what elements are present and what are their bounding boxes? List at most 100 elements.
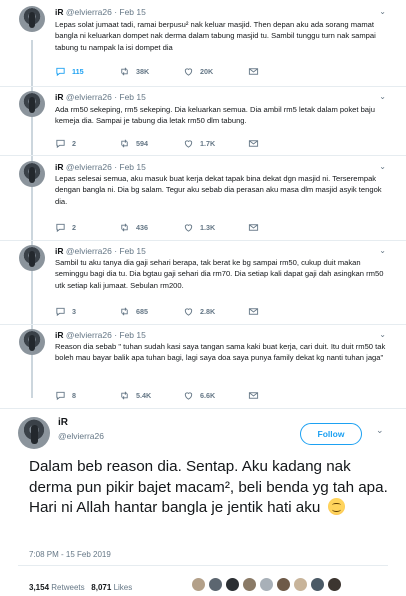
- tweet-date[interactable]: Feb 15: [119, 246, 145, 256]
- reply-icon: [56, 391, 65, 401]
- tweet-text: Sambil tu aku tanya dia gaji sehari bera…: [55, 258, 384, 290]
- envelope-icon: [248, 224, 259, 231]
- liker-avatar[interactable]: [208, 577, 223, 592]
- display-name[interactable]: iR: [55, 92, 64, 102]
- reply-button[interactable]: 115: [55, 66, 84, 77]
- retweet-button[interactable]: 594: [119, 138, 148, 149]
- like-button[interactable]: 2.8K: [183, 306, 215, 317]
- reply-button[interactable]: 2: [55, 222, 76, 233]
- dm-button[interactable]: [248, 66, 259, 77]
- display-name[interactable]: iR: [55, 246, 64, 256]
- divider: [18, 565, 388, 566]
- smiling-face-emoji: [327, 498, 345, 515]
- avatar[interactable]: [19, 161, 45, 187]
- retweet-icon: [121, 307, 128, 316]
- tweet-header: iR @elvierra26 · Feb 15: [55, 246, 146, 256]
- avatar[interactable]: [19, 91, 45, 117]
- tweet-date[interactable]: Feb 15: [119, 330, 145, 340]
- tweet-actions: 2 594 1.7K: [55, 138, 375, 150]
- avatar[interactable]: [19, 329, 45, 355]
- liker-avatar[interactable]: [310, 577, 325, 592]
- liker-avatar[interactable]: [191, 577, 206, 592]
- reply-count: 8: [72, 391, 76, 400]
- tweet-date[interactable]: Feb 15: [119, 92, 145, 102]
- retweet-count: 38K: [136, 67, 150, 76]
- chevron-down-icon[interactable]: ⌄: [379, 330, 386, 339]
- tweet-header: iR @elvierra26 · Feb 15: [55, 92, 146, 102]
- chevron-down-icon[interactable]: ⌄: [379, 162, 386, 171]
- handle[interactable]: @elvierra26: [66, 7, 112, 17]
- retweets-stat[interactable]: 3,154 Retweets: [29, 583, 85, 592]
- like-button[interactable]: 20K: [183, 66, 213, 77]
- chevron-down-icon[interactable]: ⌄: [376, 425, 384, 436]
- reply-icon: [56, 307, 65, 317]
- chevron-down-icon[interactable]: ⌄: [379, 92, 386, 101]
- liker-avatar[interactable]: [225, 577, 240, 592]
- reply-button[interactable]: 8: [55, 390, 76, 401]
- reply-count: 2: [72, 139, 76, 148]
- like-count: 1.3K: [200, 223, 216, 232]
- envelope-icon: [248, 68, 259, 75]
- like-button[interactable]: 6.6K: [183, 390, 215, 401]
- liker-avatar[interactable]: [293, 577, 308, 592]
- avatar[interactable]: [18, 417, 50, 449]
- avatar[interactable]: [19, 245, 45, 271]
- retweet-icon: [121, 391, 128, 400]
- divider: [0, 86, 406, 87]
- tweet-text: Lepas selesai semua, aku masuk buat kerj…: [55, 174, 382, 206]
- envelope-icon: [248, 140, 259, 147]
- display-name[interactable]: iR: [55, 330, 64, 340]
- retweet-button[interactable]: 5.4K: [119, 390, 151, 401]
- retweets-label: Retweets: [51, 583, 85, 592]
- reply-count: 2: [72, 223, 76, 232]
- liker-avatar[interactable]: [276, 577, 291, 592]
- tweet-timestamp[interactable]: 7:08 PM - 15 Feb 2019: [29, 550, 111, 559]
- divider: [0, 324, 406, 325]
- handle[interactable]: @elvierra26: [58, 431, 104, 441]
- retweet-button[interactable]: 685: [119, 306, 148, 317]
- reply-icon: [56, 139, 65, 149]
- dm-button[interactable]: [248, 222, 259, 233]
- handle[interactable]: @elvierra26: [66, 162, 112, 172]
- dm-button[interactable]: [248, 138, 259, 149]
- tweet-text: Dalam beb reason dia. Sentap. Aku kadang…: [29, 457, 389, 519]
- like-count: 1.7K: [200, 139, 216, 148]
- display-name[interactable]: iR: [55, 7, 64, 17]
- liker-avatar[interactable]: [327, 577, 342, 592]
- like-count: 2.8K: [200, 307, 216, 316]
- liker-avatars: [191, 577, 342, 592]
- like-button[interactable]: 1.7K: [183, 138, 215, 149]
- follow-button[interactable]: Follow: [300, 423, 362, 445]
- handle[interactable]: @elvierra26: [66, 330, 112, 340]
- reply-icon: [56, 223, 65, 233]
- tweet-date[interactable]: Feb 15: [119, 7, 145, 17]
- likes-label: Likes: [113, 583, 133, 592]
- like-button[interactable]: 1.3K: [183, 222, 215, 233]
- liker-avatar[interactable]: [242, 577, 257, 592]
- reply-button[interactable]: 3: [55, 306, 76, 317]
- chevron-down-icon[interactable]: ⌄: [379, 7, 386, 16]
- reply-button[interactable]: 2: [55, 138, 76, 149]
- dm-button[interactable]: [248, 390, 259, 401]
- retweet-icon: [121, 67, 128, 76]
- liker-avatar[interactable]: [259, 577, 274, 592]
- tweet-text: Ada rm50 sekeping, rm5 sekeping. Dia kel…: [55, 105, 375, 126]
- handle[interactable]: @elvierra26: [66, 92, 112, 102]
- display-name[interactable]: iR: [58, 417, 68, 428]
- divider: [0, 408, 406, 409]
- envelope-icon: [248, 308, 259, 315]
- avatar[interactable]: [19, 6, 45, 32]
- divider: [0, 240, 406, 241]
- heart-icon: [184, 140, 193, 148]
- retweet-icon: [121, 223, 128, 232]
- likes-stat[interactable]: 8,071 Likes: [91, 583, 132, 592]
- retweet-button[interactable]: 38K: [119, 66, 149, 77]
- chevron-down-icon[interactable]: ⌄: [379, 246, 386, 255]
- dm-button[interactable]: [248, 306, 259, 317]
- retweet-count: 685: [136, 307, 148, 316]
- display-name[interactable]: iR: [55, 162, 64, 172]
- tweet-date[interactable]: Feb 15: [119, 162, 145, 172]
- retweet-button[interactable]: 436: [119, 222, 148, 233]
- tweet-header: iR @elvierra26 · Feb 15: [55, 7, 146, 17]
- handle[interactable]: @elvierra26: [66, 246, 112, 256]
